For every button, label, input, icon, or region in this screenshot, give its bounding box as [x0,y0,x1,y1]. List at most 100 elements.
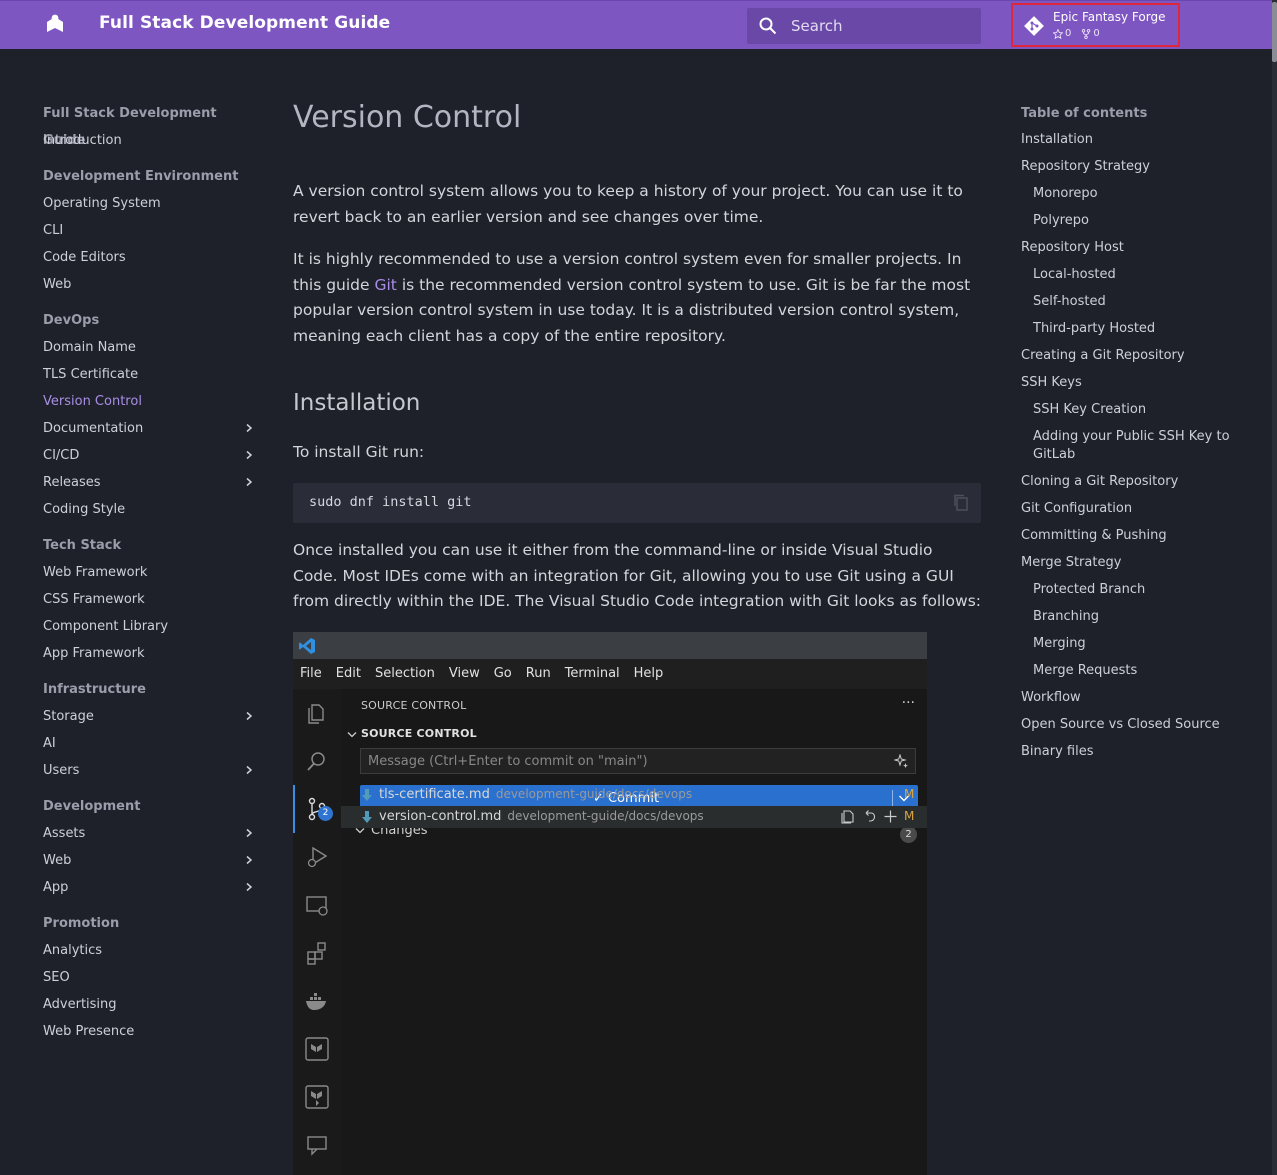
toc-item[interactable]: Repository Strategy [1021,154,1236,181]
nav-item[interactable]: CSS Framework [43,586,258,613]
toc-item[interactable]: Merge Strategy [1021,550,1236,577]
toc-item[interactable]: Merging [1021,631,1236,658]
search-box[interactable] [747,8,981,44]
toc-item[interactable]: Binary files [1021,739,1236,766]
copy-icon[interactable] [953,494,969,511]
primary-navigation: Full Stack Development Guide Introduction… [43,100,258,1045]
toc-item[interactable]: Monorepo [1021,181,1236,208]
nav-item[interactable]: TLS Certificate [43,361,258,388]
nav-item[interactable]: Advertising [43,991,258,1018]
nav-item[interactable]: SEO [43,964,258,991]
sparkle-icon[interactable] [894,754,909,769]
discard-changes-icon[interactable] [862,809,877,824]
chevron-right-icon[interactable] [244,882,254,892]
nav-item[interactable]: Version Control [43,388,258,415]
nav-item[interactable]: CI/CD [43,442,258,469]
nav-item[interactable]: Analytics [43,937,258,964]
toc-item[interactable]: Workflow [1021,685,1236,712]
nav-item[interactable]: Storage [43,703,258,730]
more-actions-icon[interactable]: ··· [902,695,915,711]
toc-item[interactable]: Committing & Pushing [1021,523,1236,550]
toc-item[interactable]: Protected Branch [1021,577,1236,604]
open-file-icon[interactable] [841,809,856,824]
scrollbar-thumb[interactable] [1272,2,1277,62]
nav-item[interactable]: Assets [43,820,258,847]
toc-item[interactable]: Branching [1021,604,1236,631]
book-logo-icon[interactable] [44,13,66,35]
stage-changes-icon[interactable] [883,809,898,824]
fork-icon [1082,28,1091,39]
nav-item[interactable]: Introduction [43,127,258,154]
docker-icon[interactable] [304,988,330,1014]
menu-item[interactable]: View [442,659,487,689]
toc-item[interactable]: SSH Key Creation [1021,397,1236,424]
forks-count: 0 [1081,28,1100,39]
toc-item[interactable]: Adding your Public SSH Key to GitLab [1021,424,1236,469]
menu-item[interactable]: Run [519,659,558,689]
chevron-right-icon[interactable] [244,450,254,460]
nav-item[interactable]: AI [43,730,258,757]
changed-file[interactable]: version-control.md development-guide/docs… [341,806,927,828]
menu-item[interactable]: Selection [368,659,442,689]
section-header[interactable]: SOURCE CONTROL [361,727,477,740]
chevron-right-icon[interactable] [244,855,254,865]
chevron-right-icon[interactable] [244,711,254,721]
nav-item[interactable]: CLI [43,217,258,244]
toc-item[interactable]: Self-hosted [1021,289,1236,316]
nav-item[interactable]: Coding Style [43,496,258,523]
toc-item[interactable]: Merge Requests [1021,658,1236,685]
toc-item[interactable]: Open Source vs Closed Source [1021,712,1236,739]
nav-item[interactable]: Web [43,271,258,298]
search-icon[interactable] [304,748,330,774]
extensions-icon[interactable] [304,940,330,966]
git-link[interactable]: Git [374,276,396,294]
explorer-icon[interactable] [304,700,330,726]
menu-item[interactable]: File [293,659,329,689]
toc-item[interactable]: Installation [1021,127,1236,154]
run-debug-icon[interactable] [304,844,330,870]
remote-explorer-icon[interactable] [304,892,330,918]
site-title[interactable]: Full Stack Development Guide [99,13,390,33]
toc-item[interactable]: Creating a Git Repository [1021,343,1236,370]
menu-item[interactable]: Help [627,659,671,689]
activity-bar: 2 [293,689,342,1175]
nav-item[interactable]: Documentation [43,415,258,442]
chevron-right-icon[interactable] [244,477,254,487]
nav-item[interactable]: Web Presence [43,1018,258,1045]
toc-item[interactable]: Polyrepo [1021,208,1236,235]
chat-icon[interactable] [304,1132,330,1158]
chevron-right-icon[interactable] [244,423,254,433]
nav-section-title: Promotion [43,916,120,931]
nav-item[interactable]: Web [43,847,258,874]
changed-file[interactable]: tls-certificate.md development-guide/docs… [341,784,927,806]
nav-item[interactable]: App Framework [43,640,258,667]
nav-item[interactable]: Code Editors [43,244,258,271]
nav-item[interactable]: Domain Name [43,334,258,361]
toc-item[interactable]: SSH Keys [1021,370,1236,397]
scrollbar-track[interactable] [1272,0,1277,1175]
toc-item[interactable]: Repository Host [1021,235,1236,262]
nav-item[interactable]: Operating System [43,190,258,217]
toc-item[interactable]: Local-hosted [1021,262,1236,289]
terraform-icon[interactable] [304,1036,330,1062]
nav-item[interactable]: Component Library [43,613,258,640]
toc-item[interactable]: Cloning a Git Repository [1021,469,1236,496]
chevron-right-icon[interactable] [244,828,254,838]
search-input[interactable] [791,8,971,44]
repository-link[interactable]: Epic Fantasy Forge 0 0 [1011,3,1180,47]
nav-item[interactable]: Web Framework [43,559,258,586]
menu-item[interactable]: Edit [329,659,368,689]
chevron-down-icon[interactable] [355,827,365,835]
file-actions [841,809,898,824]
commit-message-input[interactable]: Message (Ctrl+Enter to commit on "main") [360,748,916,774]
menu-item[interactable]: Go [487,659,519,689]
toc-item[interactable]: Third-party Hosted [1021,316,1236,343]
chevron-right-icon[interactable] [244,765,254,775]
toc-item[interactable]: Git Configuration [1021,496,1236,523]
nav-item[interactable]: Users [43,757,258,784]
nav-item[interactable]: Releases [43,469,258,496]
chevron-down-icon[interactable] [347,731,357,739]
menu-item[interactable]: Terminal [558,659,627,689]
nav-item[interactable]: App [43,874,258,901]
terraform-cloud-icon[interactable] [304,1084,330,1110]
